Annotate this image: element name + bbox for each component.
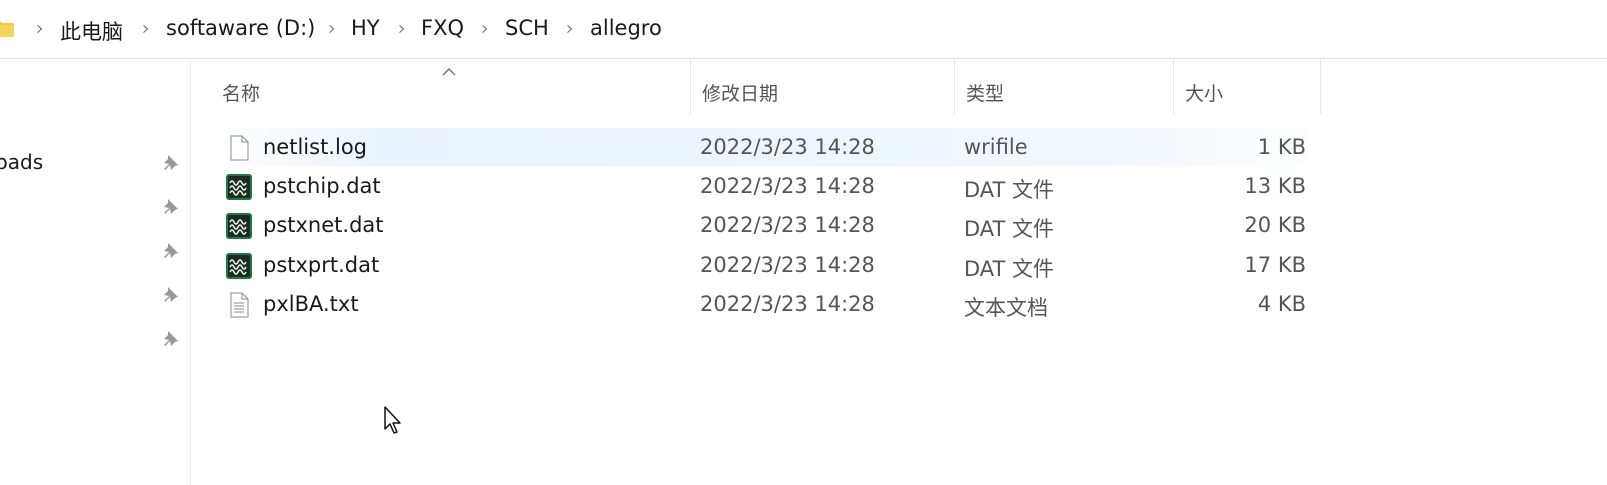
- file-type: 文本文档: [964, 296, 1048, 320]
- column-header-label: 名称: [222, 83, 261, 105]
- chevron-right-icon[interactable]: ›: [328, 16, 336, 40]
- file-date: 2022/3/23 14:28: [700, 135, 875, 159]
- breadcrumb-item[interactable]: softaware (D:): [166, 16, 315, 40]
- blank-file-icon: [230, 135, 249, 161]
- column-header-label: 类型: [966, 83, 1005, 105]
- mouse-cursor-icon: [384, 406, 401, 434]
- chevron-right-icon[interactable]: ›: [36, 16, 44, 40]
- chevron-right-icon[interactable]: ›: [142, 16, 150, 40]
- folder-icon: [0, 21, 14, 37]
- nav-item-downloads[interactable]: loads: [0, 150, 43, 174]
- file-date: 2022/3/23 14:28: [700, 174, 875, 198]
- file-name: pstxnet.dat: [263, 213, 384, 237]
- chevron-right-icon[interactable]: ›: [566, 16, 574, 40]
- pin-icon[interactable]: [161, 154, 179, 172]
- column-header-size[interactable]: 大小: [1173, 58, 1321, 114]
- waveform-file-icon: [226, 213, 252, 239]
- breadcrumb-item[interactable]: FXQ: [421, 16, 464, 40]
- column-header-date[interactable]: 修改日期: [690, 58, 955, 114]
- navigation-pane: loads: [0, 58, 191, 485]
- file-row[interactable]: pstchip.dat 2022/3/23 14:28 DAT 文件 13 KB: [220, 167, 1320, 205]
- file-type: DAT 文件: [964, 178, 1055, 202]
- pin-icon[interactable]: [161, 242, 179, 260]
- pin-icon[interactable]: [161, 330, 179, 348]
- file-size: 4 KB: [1257, 292, 1306, 316]
- file-row[interactable]: netlist.log 2022/3/23 14:28 wrifile 1 KB: [220, 128, 1320, 166]
- chevron-right-icon[interactable]: ›: [398, 16, 406, 40]
- pin-icon[interactable]: [161, 286, 179, 304]
- file-date: 2022/3/23 14:28: [700, 253, 875, 277]
- file-date: 2022/3/23 14:28: [700, 292, 875, 316]
- breadcrumb-item[interactable]: SCH: [505, 16, 549, 40]
- column-header-label: 修改日期: [702, 83, 779, 105]
- file-row[interactable]: pxlBA.txt 2022/3/23 14:28 文本文档 4 KB: [220, 285, 1320, 323]
- column-header-row: 名称 修改日期 类型 大小: [190, 58, 1321, 122]
- file-size: 17 KB: [1244, 253, 1306, 277]
- breadcrumb-item[interactable]: allegro: [590, 16, 662, 40]
- waveform-file-icon: [226, 174, 252, 200]
- column-header-name[interactable]: 名称: [210, 58, 691, 114]
- file-size: 1 KB: [1257, 135, 1306, 159]
- waveform-file-icon: [226, 253, 252, 279]
- file-type: DAT 文件: [964, 257, 1055, 281]
- file-date: 2022/3/23 14:28: [700, 213, 875, 237]
- file-name: pstchip.dat: [263, 174, 381, 198]
- file-name: pstxprt.dat: [263, 253, 380, 277]
- file-type: DAT 文件: [964, 217, 1055, 241]
- chevron-right-icon[interactable]: ›: [481, 16, 489, 40]
- file-row[interactable]: pstxprt.dat 2022/3/23 14:28 DAT 文件 17 KB: [220, 246, 1320, 284]
- column-header-type[interactable]: 类型: [954, 58, 1174, 114]
- text-file-icon: [230, 292, 249, 318]
- file-type: wrifile: [964, 135, 1028, 159]
- file-row[interactable]: pstxnet.dat 2022/3/23 14:28 DAT 文件 20 KB: [220, 206, 1320, 244]
- file-size: 13 KB: [1244, 174, 1306, 198]
- address-bar[interactable]: › 此电脑 › softaware (D:) › HY › FXQ › SCH …: [0, 0, 1607, 59]
- file-name: netlist.log: [263, 135, 367, 159]
- breadcrumb-item[interactable]: 此电脑: [60, 16, 123, 46]
- breadcrumb-item[interactable]: HY: [351, 16, 380, 40]
- pin-icon[interactable]: [161, 198, 179, 216]
- column-header-label: 大小: [1185, 83, 1224, 105]
- file-size: 20 KB: [1244, 213, 1306, 237]
- file-name: pxlBA.txt: [263, 292, 359, 316]
